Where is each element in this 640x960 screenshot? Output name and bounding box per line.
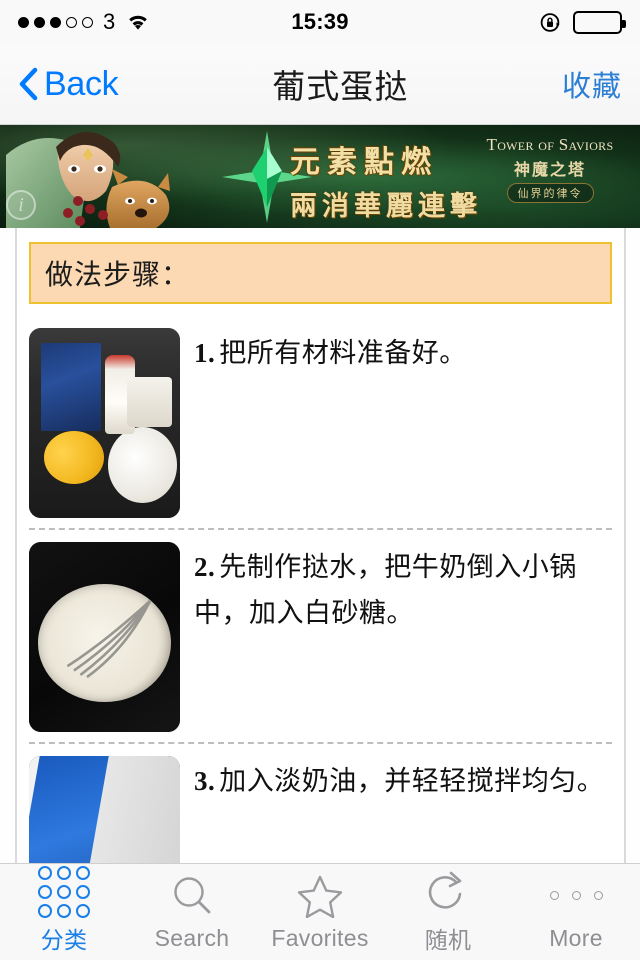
tab-label: Favorites [271,924,369,951]
ad-character-artwork [6,131,170,228]
step-text: 3. 加入淡奶油，并轻轻搅拌均匀。 [194,756,612,804]
step-item: 3. 加入淡奶油，并轻轻搅拌均匀。 [29,756,612,863]
tab-label: 随机 [424,927,472,953]
ad-headline-line-1: 元素點燃 [290,145,438,180]
ad-logo-chinese: 神魔之塔 [513,162,586,179]
ad-headline-line-2: 兩消華麗連擊 [290,191,482,222]
signal-strength-dots [18,16,93,28]
status-bar-left: 3 [18,9,291,35]
page-title: 葡式蛋挞 [272,68,409,105]
step-text: 2. 先制作挞水，把牛奶倒入小锅中，加入白砂糖。 [194,542,612,636]
step-body: 先制作挞水，把牛奶倒入小锅中，加入白砂糖。 [194,552,577,628]
tab-bar: 分类 Search Favorites 随机 More [0,863,640,960]
ad-logo-english: Tower of Saviors [486,135,614,154]
step-number: 3. [194,766,216,796]
tab-random[interactable]: 随机 [384,864,512,960]
tab-label: Search [154,924,230,951]
star-icon [297,873,343,919]
step-body: 加入淡奶油，并轻轻搅拌均匀。 [219,766,605,796]
rotation-lock-icon [539,11,562,34]
step-number: 2. [194,552,216,582]
step-item: 2. 先制作挞水，把牛奶倒入小锅中，加入白砂糖。 [29,542,612,744]
status-bar: 3 15:39 [0,0,640,44]
step-text: 1. 把所有材料准备好。 [194,328,612,376]
battery-icon [573,10,626,34]
step-body: 把所有材料准备好。 [219,338,467,368]
carrier-label: 3 [103,9,116,34]
tab-favorites[interactable]: Favorites [256,864,384,960]
tab-search[interactable]: Search [128,864,256,960]
recipe-webview[interactable]: 做法步骤： 1. 把所有材料准备好。 2. 先制作挞水，把牛奶倒入小锅中，加入白… [0,228,640,863]
section-title-steps: 做法步骤： [29,242,612,304]
ellipsis-icon [549,873,603,919]
step-1-ingredients-photo[interactable] [29,328,180,518]
favorite-button[interactable]: 收藏 [562,63,622,105]
magnifier-icon [170,873,214,919]
advertisement-banner[interactable]: 元素點燃 兩消華麗連擊 Tower of Saviors 神魔之塔 仙界的律令 … [0,125,640,228]
ad-headline: 元素點燃 兩消華麗連擊 [290,137,482,223]
tab-label: More [549,924,603,951]
chevron-left-icon [18,67,38,101]
back-button-label: Back [44,64,119,103]
refresh-random-icon [426,869,470,915]
tab-label: 分类 [40,927,88,953]
grid-icon [38,866,90,918]
navigation-bar: Back 葡式蛋挞 收藏 [0,44,640,125]
steps-list: 1. 把所有材料准备好。 2. 先制作挞水，把牛奶倒入小锅中，加入白砂糖。 3.… [29,328,612,863]
whisk-shape [66,600,152,679]
step-2-milk-in-pot-photo[interactable] [29,542,180,732]
wifi-icon [126,14,150,31]
status-bar-right [349,10,626,34]
ad-logo-subtitle: 仙界的律令 [506,183,594,203]
ad-info-icon[interactable]: i [6,190,36,220]
tab-more[interactable]: More [512,864,640,960]
back-button[interactable]: Back [18,64,119,104]
app-root: 3 15:39 Back 葡式蛋挞 收藏 元素點燃 兩消華麗連擊 Tower o… [0,0,640,960]
step-3-cream-photo[interactable] [29,756,180,863]
tab-categories[interactable]: 分类 [0,864,128,960]
status-bar-clock: 15:39 [291,9,349,34]
recipe-page: 做法步骤： 1. 把所有材料准备好。 2. 先制作挞水，把牛奶倒入小锅中，加入白… [15,228,626,863]
ad-game-logo: Tower of Saviors 神魔之塔 仙界的律令 [466,135,634,203]
step-item: 1. 把所有材料准备好。 [29,328,612,530]
step-number: 1. [194,338,216,368]
